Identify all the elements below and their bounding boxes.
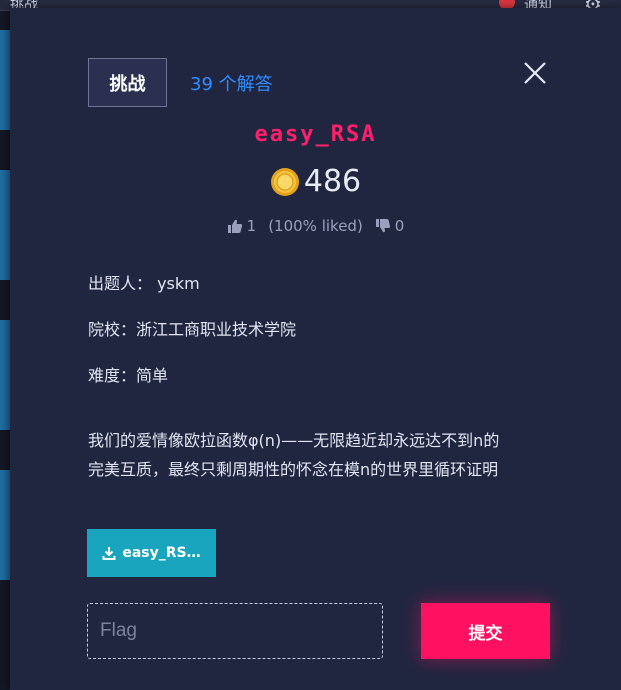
author-text: 出题人： yskm xyxy=(88,274,200,293)
background-card-strip xyxy=(0,170,10,280)
school-text: 院校：浙江工商职业技术学院 xyxy=(88,320,297,339)
close-button[interactable] xyxy=(522,60,548,86)
challenge-modal: 挑战 39 个解答 easy_RSA 486 1 (100% liked) 0 … xyxy=(10,8,621,690)
tab-challenge[interactable]: 挑战 xyxy=(88,58,167,107)
challenge-description: 我们的爱情像欧拉函数φ(n)——无限趋近却永远达不到n的 完美互质，最终只剩周期… xyxy=(88,426,558,484)
close-icon xyxy=(524,62,546,84)
flag-input[interactable] xyxy=(87,603,383,659)
likes-row: 1 (100% liked) 0 xyxy=(10,217,621,235)
points-row: 486 xyxy=(10,164,621,199)
background-card-strip xyxy=(0,470,10,580)
likes-down-count: 0 xyxy=(394,217,405,235)
download-icon xyxy=(102,547,116,560)
likes-up-count: 1 xyxy=(246,217,257,235)
thumbs-up-icon[interactable] xyxy=(227,218,243,234)
background-card-strip xyxy=(0,30,10,130)
description-line: 完美互质，最终只剩周期性的怀念在模n的世界里循环证明 xyxy=(88,460,499,479)
liked-percent: (100% liked) xyxy=(268,217,363,235)
description-line: 我们的爱情像欧拉函数φ(n)——无限趋近却永远达不到n的 xyxy=(88,431,500,450)
background-card-strip xyxy=(0,320,10,430)
download-file-label: easy_RS… xyxy=(122,545,201,561)
submit-button[interactable]: 提交 xyxy=(421,603,550,659)
challenge-title: easy_RSA xyxy=(254,122,377,147)
coin-icon xyxy=(270,167,299,196)
thumbs-down-icon[interactable] xyxy=(375,218,391,234)
difficulty-text: 难度：简单 xyxy=(88,366,169,385)
tab-solves[interactable]: 39 个解答 xyxy=(190,70,273,96)
download-file-button[interactable]: easy_RS… xyxy=(87,529,216,577)
challenge-points: 486 xyxy=(303,164,362,199)
